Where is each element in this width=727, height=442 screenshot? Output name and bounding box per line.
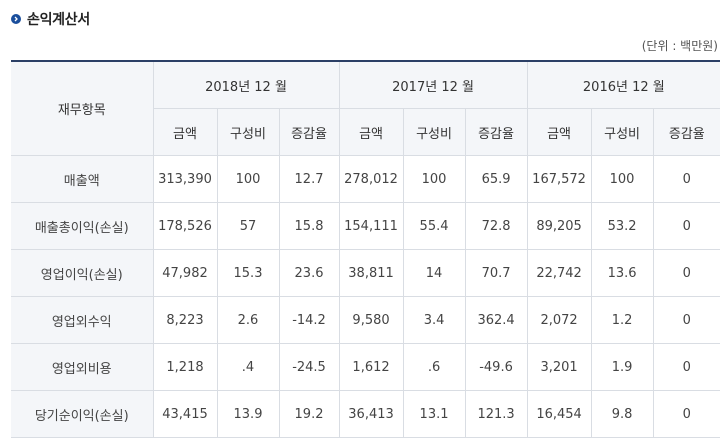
ratio-cell: 53.2: [590, 202, 654, 250]
ratio-cell: 100: [402, 155, 466, 203]
ratio-cell: 14: [402, 249, 466, 297]
table-row: 매출액 313,390 100 12.7 278,012 100 65.9 167,572 10…: [11, 155, 721, 203]
unit-label: (단위 : 백만원): [641, 39, 718, 53]
income-statement-page: 손익계산서 (단위 : 백만원) 재무항목 2018년 12 월 2017년 1…: [0, 0, 727, 442]
ratio-cell: 55.4: [402, 202, 466, 250]
change-rate-cell: 0: [652, 202, 721, 250]
amount-cell: 16,454: [526, 390, 592, 438]
ratio-cell: .6: [402, 343, 466, 391]
amount-cell: 47,982: [152, 249, 218, 297]
ratio-cell: 13.9: [216, 390, 280, 438]
row-label: 당기순이익(손실): [11, 390, 154, 438]
row-label: 영업이익(손실): [11, 249, 154, 297]
ratio-cell: 1.9: [590, 343, 654, 391]
change-rate-cell: -49.6: [464, 343, 528, 391]
ratio-header: 구성비: [402, 108, 466, 156]
change-rate-cell: 19.2: [278, 390, 340, 438]
amount-cell: 9,580: [338, 296, 404, 344]
amount-cell: 167,572: [526, 155, 592, 203]
table-row: 당기순이익(손실) 43,415 13.9 19.2 36,413 13.1 121.3 16…: [11, 390, 721, 438]
change-rate-cell: 72.8: [464, 202, 528, 250]
ratio-cell: .4: [216, 343, 280, 391]
item-header: 재무항목: [11, 61, 154, 156]
change-rate-cell: 70.7: [464, 249, 528, 297]
table-row: 매출총이익(손실) 178,526 57 15.8 154,111 55.4 72.8 89,…: [11, 202, 721, 250]
amount-cell: 178,526: [152, 202, 218, 250]
change-rate-cell: 362.4: [464, 296, 528, 344]
amount-cell: 36,413: [338, 390, 404, 438]
amount-header: 금액: [338, 108, 404, 156]
page-title: 손익계산서: [27, 12, 90, 28]
change-rate-cell: 0: [652, 155, 721, 203]
ratio-cell: 9.8: [590, 390, 654, 438]
ratio-cell: 15.3: [216, 249, 280, 297]
change-rate-header: 증감율: [464, 108, 528, 156]
ratio-cell: 100: [590, 155, 654, 203]
row-label: 영업외수익: [11, 296, 154, 344]
table-row: 영업외비용 1,218.4 -24.5 1,612.6 -49.6 3,201 1.9 0: [11, 343, 721, 391]
ratio-header: 구성비: [590, 108, 654, 156]
change-rate-cell: 0: [652, 249, 721, 297]
financial-table: 재무항목 2018년 12 월 2017년 12 월 2016년 12 월 금액…: [11, 60, 721, 438]
table-row: 영업이익(손실) 47,982 15.3 23.6 38,811 14 70.7 22,742…: [11, 249, 721, 297]
period-header: 2018년 12 월: [152, 61, 340, 109]
ratio-header: 구성비: [216, 108, 280, 156]
row-label: 매출총이익(손실): [11, 202, 154, 250]
period-header: 2016년 12 월: [526, 61, 721, 109]
ratio-cell: 1.2: [590, 296, 654, 344]
amount-cell: 38,811: [338, 249, 404, 297]
amount-cell: 89,205: [526, 202, 592, 250]
ratio-cell: 3.4: [402, 296, 466, 344]
ratio-cell: 13.1: [402, 390, 466, 438]
change-rate-cell: 12.7: [278, 155, 340, 203]
amount-cell: 154,111: [338, 202, 404, 250]
change-rate-cell: -24.5: [278, 343, 340, 391]
amount-cell: 1,218: [152, 343, 218, 391]
change-rate-cell: 121.3: [464, 390, 528, 438]
change-rate-header: 증감율: [652, 108, 721, 156]
row-label: 영업외비용: [11, 343, 154, 391]
change-rate-header: 증감율: [278, 108, 340, 156]
amount-cell: 8,223: [152, 296, 218, 344]
change-rate-cell: 23.6: [278, 249, 340, 297]
change-rate-cell: -14.2: [278, 296, 340, 344]
table-body: 매출액 313,390 100 12.7 278,012 100 65.9 167,572 10…: [11, 155, 721, 438]
ratio-cell: 57: [216, 202, 280, 250]
change-rate-cell: 0: [652, 390, 721, 438]
change-rate-cell: 15.8: [278, 202, 340, 250]
amount-cell: 2,072: [526, 296, 592, 344]
row-label: 매출액: [11, 155, 154, 203]
chevron-right-icon: [11, 14, 21, 24]
amount-header: 금액: [153, 108, 218, 156]
amount-cell: 278,012: [338, 155, 404, 203]
ratio-cell: 13.6: [590, 249, 654, 297]
ratio-cell: 100: [216, 155, 280, 203]
ratio-cell: 2.6: [216, 296, 280, 344]
amount-header: 금액: [526, 108, 592, 156]
change-rate-cell: 65.9: [464, 155, 528, 203]
period-header: 2017년 12 월: [338, 61, 528, 109]
amount-cell: 22,742: [526, 249, 592, 297]
section-title: 손익계산서: [11, 8, 90, 30]
change-rate-cell: 0: [652, 343, 721, 391]
amount-cell: 3,201: [526, 343, 592, 391]
table-row: 영업외수익 8,223 2.6 -14.2 9,580 3.4 362.4 2,072 1.2 0: [11, 296, 721, 344]
amount-cell: 313,390: [152, 155, 218, 203]
amount-cell: 1,612: [338, 343, 404, 391]
amount-cell: 43,415: [152, 390, 218, 438]
change-rate-cell: 0: [652, 296, 721, 344]
